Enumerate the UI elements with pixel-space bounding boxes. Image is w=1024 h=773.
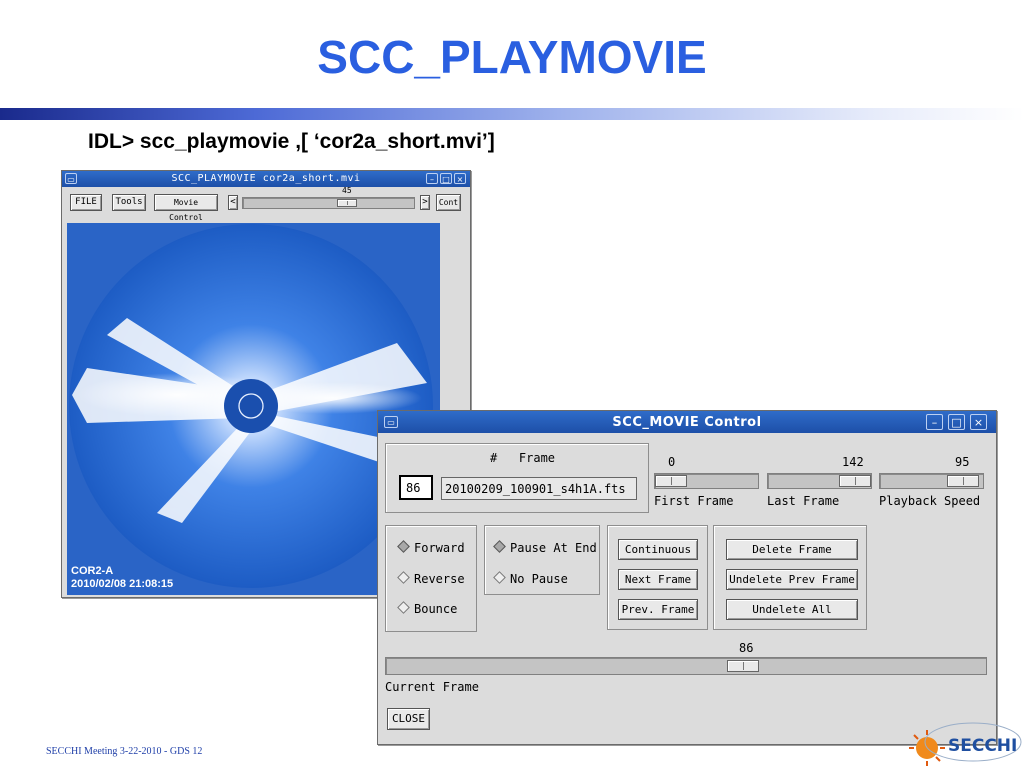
last-frame-slider[interactable] [767,473,872,489]
playback-speed-slider[interactable] [879,473,984,489]
playback-speed-value: 95 [955,455,970,469]
frame-number-field[interactable]: 86 [399,475,433,500]
frame-file-value: 20100209_100901_s4h1A.fts [445,482,626,496]
last-frame-thumb[interactable] [839,475,871,487]
radio-pause-at-end[interactable]: Pause At End [493,540,597,555]
prev-frame-button[interactable]: Prev. Frame [618,599,698,620]
last-frame-label: Last Frame [767,494,840,508]
radio-forward[interactable]: Forward [397,540,465,555]
frame-header: # Frame [490,451,556,465]
playmovie-titlebar[interactable]: ▭ SCC_PLAYMOVIE cor2a_short.mvi – □ × [62,171,470,187]
close-button[interactable]: CLOSE [387,708,430,730]
last-frame-value: 142 [842,455,864,469]
playback-speed-label: Playback Speed [879,494,981,508]
maximize-icon[interactable]: □ [948,414,965,430]
current-frame-thumb[interactable] [727,660,759,672]
radio-no-pause[interactable]: No Pause [493,571,568,586]
control-title: SCC_MOVIE Control [612,415,762,430]
frame-slider-track[interactable] [242,197,415,209]
continuous-button[interactable]: Continuous [618,539,698,560]
playmovie-toolbar: FILE Tools Movie Control < 45 > Cont [62,186,470,222]
title-rule [0,108,1024,120]
playmovie-title: SCC_PLAYMOVIE cor2a_short.mvi [171,173,361,184]
first-frame-value: 0 [668,455,676,469]
close-icon[interactable]: × [970,414,987,430]
play-group: Continuous Next Frame Prev. Frame [607,525,708,630]
radio-diamond-icon [397,571,410,584]
radio-bounce[interactable]: Bounce [397,601,457,616]
next-frame-button[interactable]: Next Frame [618,569,698,590]
minimize-icon[interactable]: – [926,414,943,430]
image-label-timestamp: 2010/02/08 21:08:15 [71,578,173,590]
slide-footer: SECCHI Meeting 3-22-2010 - GDS 12 [46,746,203,757]
secchi-logo-svg: SECCHI [909,722,1022,766]
image-label-instrument: COR2-A [71,565,113,577]
slide-title: SCC_PLAYMOVIE [317,31,707,83]
logo-text: SECCHI [948,736,1017,756]
movie-control-button[interactable]: Movie Control [154,194,218,222]
delete-group: Delete Frame Undelete Prev Frame Undelet… [713,525,867,630]
frame-number-value: 86 [406,481,421,495]
frame-file-field[interactable]: 20100209_100901_s4h1A.fts [441,477,637,500]
file-button[interactable]: FILE [70,194,102,211]
playback-speed-thumb[interactable] [947,475,979,487]
first-frame-slider[interactable] [654,473,759,489]
radio-reverse[interactable]: Reverse [397,571,465,586]
slider-left-arrow[interactable]: < [228,195,238,210]
radio-diamond-icon [493,571,506,584]
maximize-icon[interactable]: □ [440,173,452,184]
secchi-logo: SECCHI [905,720,1024,768]
delete-frame-button[interactable]: Delete Frame [726,539,858,560]
movie-control-window: ▭ SCC_MOVIE Control – □ × # Frame 86 201… [377,410,997,745]
idl-command: IDL> scc_playmovie ,[ ‘cor2a_short.mvi’] [88,130,495,153]
minimize-icon[interactable]: – [426,173,438,184]
tools-button[interactable]: Tools [112,194,146,211]
radio-diamond-icon [397,601,410,614]
undelete-all-button[interactable]: Undelete All [726,599,858,620]
direction-group: Forward Reverse Bounce [385,525,477,632]
current-frame-label: Current Frame [385,680,479,694]
undelete-prev-frame-button[interactable]: Undelete Prev Frame [726,569,858,590]
frame-slider-thumb[interactable] [337,199,357,207]
frame-group: # Frame 86 20100209_100901_s4h1A.fts [385,443,649,513]
close-icon[interactable]: × [454,173,466,184]
first-frame-label: First Frame [654,494,734,508]
control-titlebar[interactable]: ▭ SCC_MOVIE Control – □ × [378,411,996,433]
frame-slider-value: 45 [342,186,352,195]
current-frame-slider[interactable] [385,657,987,675]
first-frame-thumb[interactable] [655,475,687,487]
pause-group: Pause At End No Pause [484,525,600,595]
radio-diamond-icon [397,540,410,553]
current-frame-value: 86 [739,641,754,655]
cont-button[interactable]: Cont [436,194,461,211]
slider-right-arrow[interactable]: > [420,195,430,210]
radio-diamond-icon [493,540,506,553]
